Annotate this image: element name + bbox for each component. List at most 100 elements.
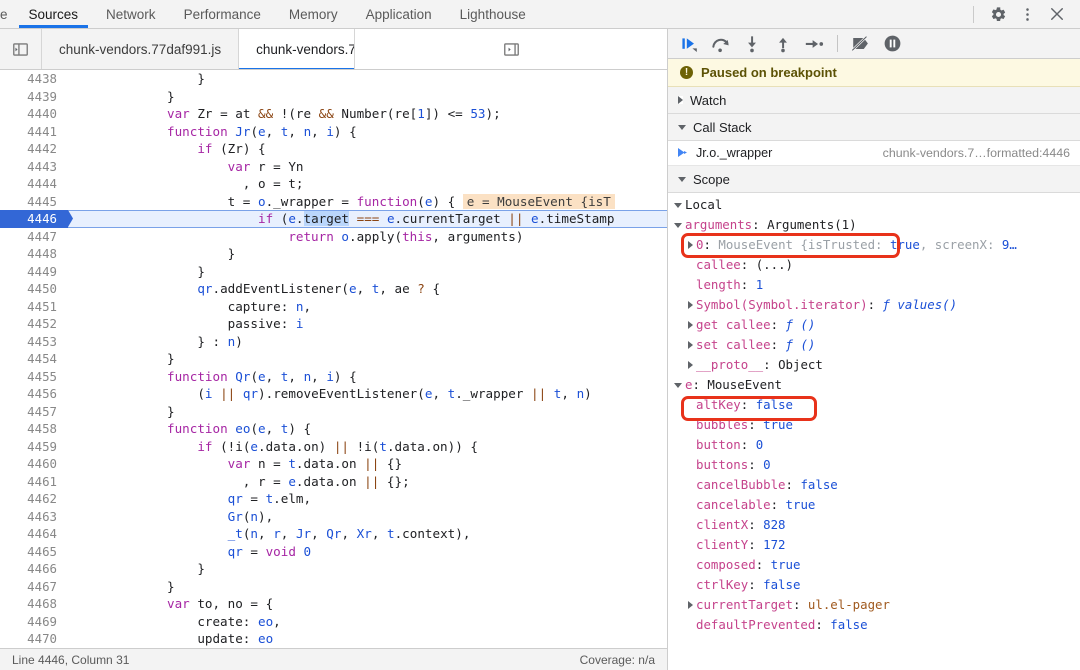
line-number[interactable]: 4466 [0,560,68,578]
main-tab-e[interactable]: e [0,0,15,28]
line-number[interactable]: 4470 [0,630,68,648]
chevron-down-icon[interactable] [674,202,682,208]
scope-row[interactable]: set callee: ƒ () [668,335,1080,355]
chevron-down-icon[interactable] [674,222,682,228]
file-tab[interactable]: chunk-vendors.7…1.js:formatted× [239,29,354,69]
scope-row[interactable]: ctrlKey: false [668,575,1080,595]
line-number[interactable]: 4441 [0,122,68,140]
line-number[interactable]: 4447 [0,227,68,245]
line-number[interactable]: 4453 [0,332,68,350]
watch-section-header[interactable]: Watch [668,87,1080,114]
line-number[interactable]: 4440 [0,105,68,123]
scope-tree[interactable]: Local arguments: Arguments(1) 0: MouseEven… [668,193,1080,670]
scope-value: ul.el-pager [807,597,890,612]
scope-row[interactable]: cancelable: true [668,495,1080,515]
line-number[interactable]: 4442 [0,140,68,158]
close-icon[interactable] [1043,1,1070,28]
line-number[interactable]: 4451 [0,297,68,315]
scope-row[interactable]: defaultPrevented: false [668,615,1080,635]
scope-row[interactable]: buttons: 0 [668,455,1080,475]
line-number[interactable]: 4439 [0,87,68,105]
scope-row[interactable]: get callee: ƒ () [668,315,1080,335]
code-text: qr = t.elm, [227,491,312,506]
chevron-right-icon[interactable] [688,301,693,309]
line-number[interactable]: 4455 [0,367,68,385]
line-number[interactable]: 4461 [0,472,68,490]
scope-row[interactable]: cancelBubble: false [668,475,1080,495]
panel-left-icon[interactable] [0,29,42,69]
line-number[interactable]: 4443 [0,157,68,175]
code-line: 4463 Gr(n), [0,507,667,525]
deactivate-breakpoints-button[interactable] [847,31,875,57]
scope-row[interactable]: callee: (...) [668,255,1080,275]
line-number[interactable]: 4467 [0,577,68,595]
scope-row[interactable]: __proto__: Object [668,355,1080,375]
scope-row[interactable]: arguments: Arguments(1) [668,215,1080,235]
panel-right-icon[interactable] [354,29,667,69]
chevron-right-icon[interactable] [688,321,693,329]
watch-section-title: Watch [690,92,727,108]
more-options-icon[interactable] [1014,1,1041,28]
scope-section-header[interactable]: Scope [668,166,1080,193]
step-over-button[interactable] [707,31,735,57]
main-tab-lighthouse[interactable]: Lighthouse [446,0,540,28]
main-tab-memory[interactable]: Memory [275,0,352,28]
code-line: 4460 var n = t.data.on || {} [0,455,667,473]
settings-icon[interactable] [985,1,1012,28]
step-out-button[interactable] [769,31,797,57]
line-number[interactable]: 4463 [0,507,68,525]
line-number[interactable]: 4454 [0,350,68,368]
scope-row[interactable]: composed: true [668,555,1080,575]
scope-row[interactable]: bubbles: true [668,415,1080,435]
chevron-right-icon[interactable] [688,341,693,349]
chevron-right-icon[interactable] [688,601,693,609]
scope-row[interactable]: currentTarget: ul.el-pager [668,595,1080,615]
scope-row[interactable]: Symbol(Symbol.iterator): ƒ values() [668,295,1080,315]
chevron-down-icon[interactable] [674,382,682,388]
scope-value-part: screenX: [934,237,1002,252]
file-tab[interactable]: chunk-vendors.77daf991.js [42,29,240,69]
scope-row[interactable]: button: 0 [668,435,1080,455]
line-number[interactable]: 4469 [0,612,68,630]
scope-row[interactable]: clientY: 172 [668,535,1080,555]
code-editor[interactable]: 4438 } 4439 } 4440 var Zr = at && !(re &&… [0,70,667,648]
line-number[interactable]: 4456 [0,385,68,403]
resume-script-button[interactable] [676,31,704,57]
line-number[interactable]: 4471 [0,647,68,648]
code-line-current: 4446 if (e.target === e.currentTarget ||… [0,210,667,228]
devtools-main-tabbar: e Sources Network Performance Memory Applicat… [0,0,1080,29]
line-number[interactable]: 4448 [0,245,68,263]
line-number[interactable]: 4460 [0,455,68,473]
call-stack-section-header[interactable]: Call Stack [668,114,1080,141]
main-tab-sources[interactable]: Sources [15,0,93,28]
line-number[interactable]: 4459 [0,437,68,455]
call-stack-frame[interactable]: Jr.o._wrapper chunk-vendors.7…formatted:4… [668,141,1080,166]
line-number[interactable]: 4438 [0,70,68,88]
scope-row[interactable]: clientX: 828 [668,515,1080,535]
scope-row[interactable]: altKey: false [668,395,1080,415]
line-number[interactable]: 4462 [0,490,68,508]
step-button[interactable] [800,31,828,57]
main-tab-network[interactable]: Network [92,0,170,28]
scope-row[interactable]: 0: MouseEvent {isTrusted: true, screenX:… [668,235,1080,255]
line-number[interactable]: 4468 [0,595,68,613]
chevron-right-icon[interactable] [688,241,693,249]
step-into-button[interactable] [738,31,766,57]
line-number[interactable]: 4446 [0,210,68,228]
scope-row[interactable]: Local [668,195,1080,215]
pause-on-exceptions-button[interactable] [878,31,906,57]
line-number[interactable]: 4449 [0,262,68,280]
line-number[interactable]: 4445 [0,192,68,210]
line-number[interactable]: 4444 [0,175,68,193]
main-tab-application[interactable]: Application [352,0,446,28]
main-tab-performance[interactable]: Performance [170,0,275,28]
line-number[interactable]: 4458 [0,420,68,438]
line-number[interactable]: 4450 [0,280,68,298]
line-number[interactable]: 4464 [0,525,68,543]
scope-row[interactable]: length: 1 [668,275,1080,295]
line-number[interactable]: 4457 [0,402,68,420]
scope-row[interactable]: e: MouseEvent [668,375,1080,395]
chevron-right-icon[interactable] [688,361,693,369]
line-number[interactable]: 4465 [0,542,68,560]
line-number[interactable]: 4452 [0,315,68,333]
